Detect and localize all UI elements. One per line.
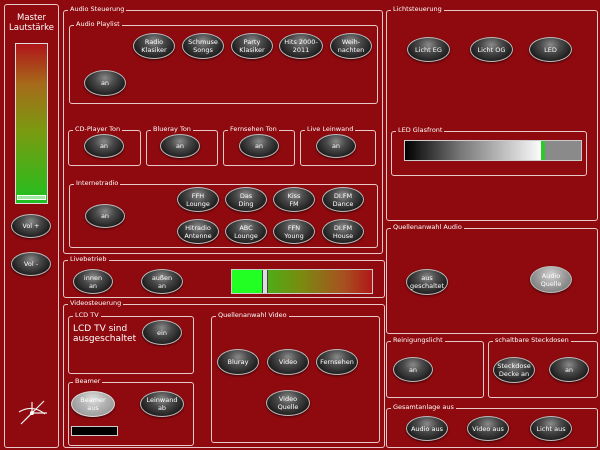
led-glass-front-slider[interactable] [404,140,582,161]
station-abc-lounge-button[interactable]: ABC Lounge [225,219,267,244]
tv-sound-on-button[interactable]: an [239,134,279,158]
beamer-status-bar [71,426,118,436]
system-off-title: Gesamtanlage aus [391,403,456,412]
playlist-on-button[interactable]: an [84,70,126,96]
master-volume-meter[interactable] [15,43,48,204]
station-ffn-young-button[interactable]: FFN Young [273,219,315,244]
beamer-off-button[interactable]: Beamer aus [71,391,115,417]
live-screen-title: Live Leinwand [305,125,356,134]
video-control-title: Videosteuerung [68,299,124,308]
light-og-button[interactable]: Licht OG [470,37,513,62]
audio-source-off-button[interactable]: aus geschaltet [406,269,448,295]
compass-logo-icon [18,400,47,425]
video-source-title: Quellenanwahl Video [216,311,289,320]
cleaning-light-title: Reinigungslicht [391,336,445,345]
master-volume-title: Master Lautstärke [9,13,54,33]
audio-source-quelle-button[interactable]: Audio Quelle [530,266,572,293]
station-das-ding-button[interactable]: Das Ding [225,187,267,212]
audio-playlist-title: Audio Playlist [74,20,122,29]
station-difm-house-button[interactable]: DI.FM House [322,219,364,244]
lcd-tv-title: LCD TV [73,311,101,320]
bluray-on-button[interactable]: an [160,134,200,158]
ceiling-socket-on-button[interactable]: Steckdose Decke an [493,357,535,383]
audio-off-button[interactable]: Audio aus [406,416,448,441]
cleaning-light-on-button[interactable]: an [393,357,433,382]
audio-control-title: Audio Steuerung [68,5,127,14]
playlist-radio-klasiker-button[interactable]: Radio Klasiker [133,33,175,59]
volume-up-button[interactable]: Vol + [11,214,51,238]
station-kiss-fm-button[interactable]: Kiss FM [273,187,315,212]
playlist-party-klasiker-button[interactable]: Party Klasiker [231,33,273,59]
live-operation-title: Livebetrieb [68,255,109,264]
light-eg-button[interactable]: Licht EG [407,37,450,62]
video-off-button[interactable]: Video aus [467,416,509,441]
playlist-hits-2000-2011-button[interactable]: Hits 2000- 2011 [279,33,323,59]
light-led-button[interactable]: LED [529,37,572,62]
led-glass-front-title: LED Glasfront [396,126,445,135]
lcd-tv-on-button[interactable]: ein [142,320,182,345]
video-source-bluray-button[interactable]: Bluray [217,349,259,375]
bluray-sound-title: Blueray Ton [151,125,193,134]
live-level-handle[interactable] [262,270,268,293]
video-source-panel: Quellenanwahl Video [211,311,380,443]
led-glass-front-handle[interactable] [541,141,545,160]
live-screen-on-button[interactable]: an [316,134,356,158]
video-source-video-button[interactable]: Video [267,349,309,375]
station-ffh-lounge-button[interactable]: FFH Lounge [177,187,219,212]
beamer-title: Beamer [73,377,103,386]
live-level-slider[interactable] [231,269,373,294]
live-outside-on-button[interactable]: außen an [141,269,183,294]
video-source-video-quelle-button[interactable]: Video Quelle [266,390,310,416]
playlist-schmuse-songs-button[interactable]: Schmuse Songs [182,33,224,59]
light-control-title: Lichtsteuerung [391,5,444,14]
internet-radio-on-button[interactable]: an [85,204,125,228]
tv-sound-title: Fernsehen Ton [228,125,279,134]
internet-radio-title: Internetradio [74,179,121,188]
screen-down-button[interactable]: Leinwand ab [140,391,184,417]
cd-player-sound-title: CD-Player Ton [73,125,123,134]
led-glass-front-fill [405,141,543,160]
station-difm-dance-button[interactable]: DI.FM Dance [322,187,364,212]
switchable-sockets-title: schaltbare Steckdosen [493,336,571,345]
master-volume-indicator[interactable] [17,195,46,200]
live-level-fill [232,270,262,293]
station-hitradio-antenne-button[interactable]: Hitradio Antenne [177,219,219,244]
volume-down-button[interactable]: Vol - [11,252,51,276]
video-source-tv-button[interactable]: Fernsehen [316,349,358,375]
live-inside-on-button[interactable]: innen an [73,269,113,294]
lcd-tv-status: LCD TV sind ausgeschaltet [73,324,137,344]
cd-player-on-button[interactable]: an [84,134,124,158]
light-off-button[interactable]: Licht aus [530,416,572,441]
sockets-on-button[interactable]: an [549,357,589,382]
playlist-weihnachten-button[interactable]: Weih- nachten [330,33,372,59]
audio-source-title: Quellenanwahl Audio [391,223,464,232]
